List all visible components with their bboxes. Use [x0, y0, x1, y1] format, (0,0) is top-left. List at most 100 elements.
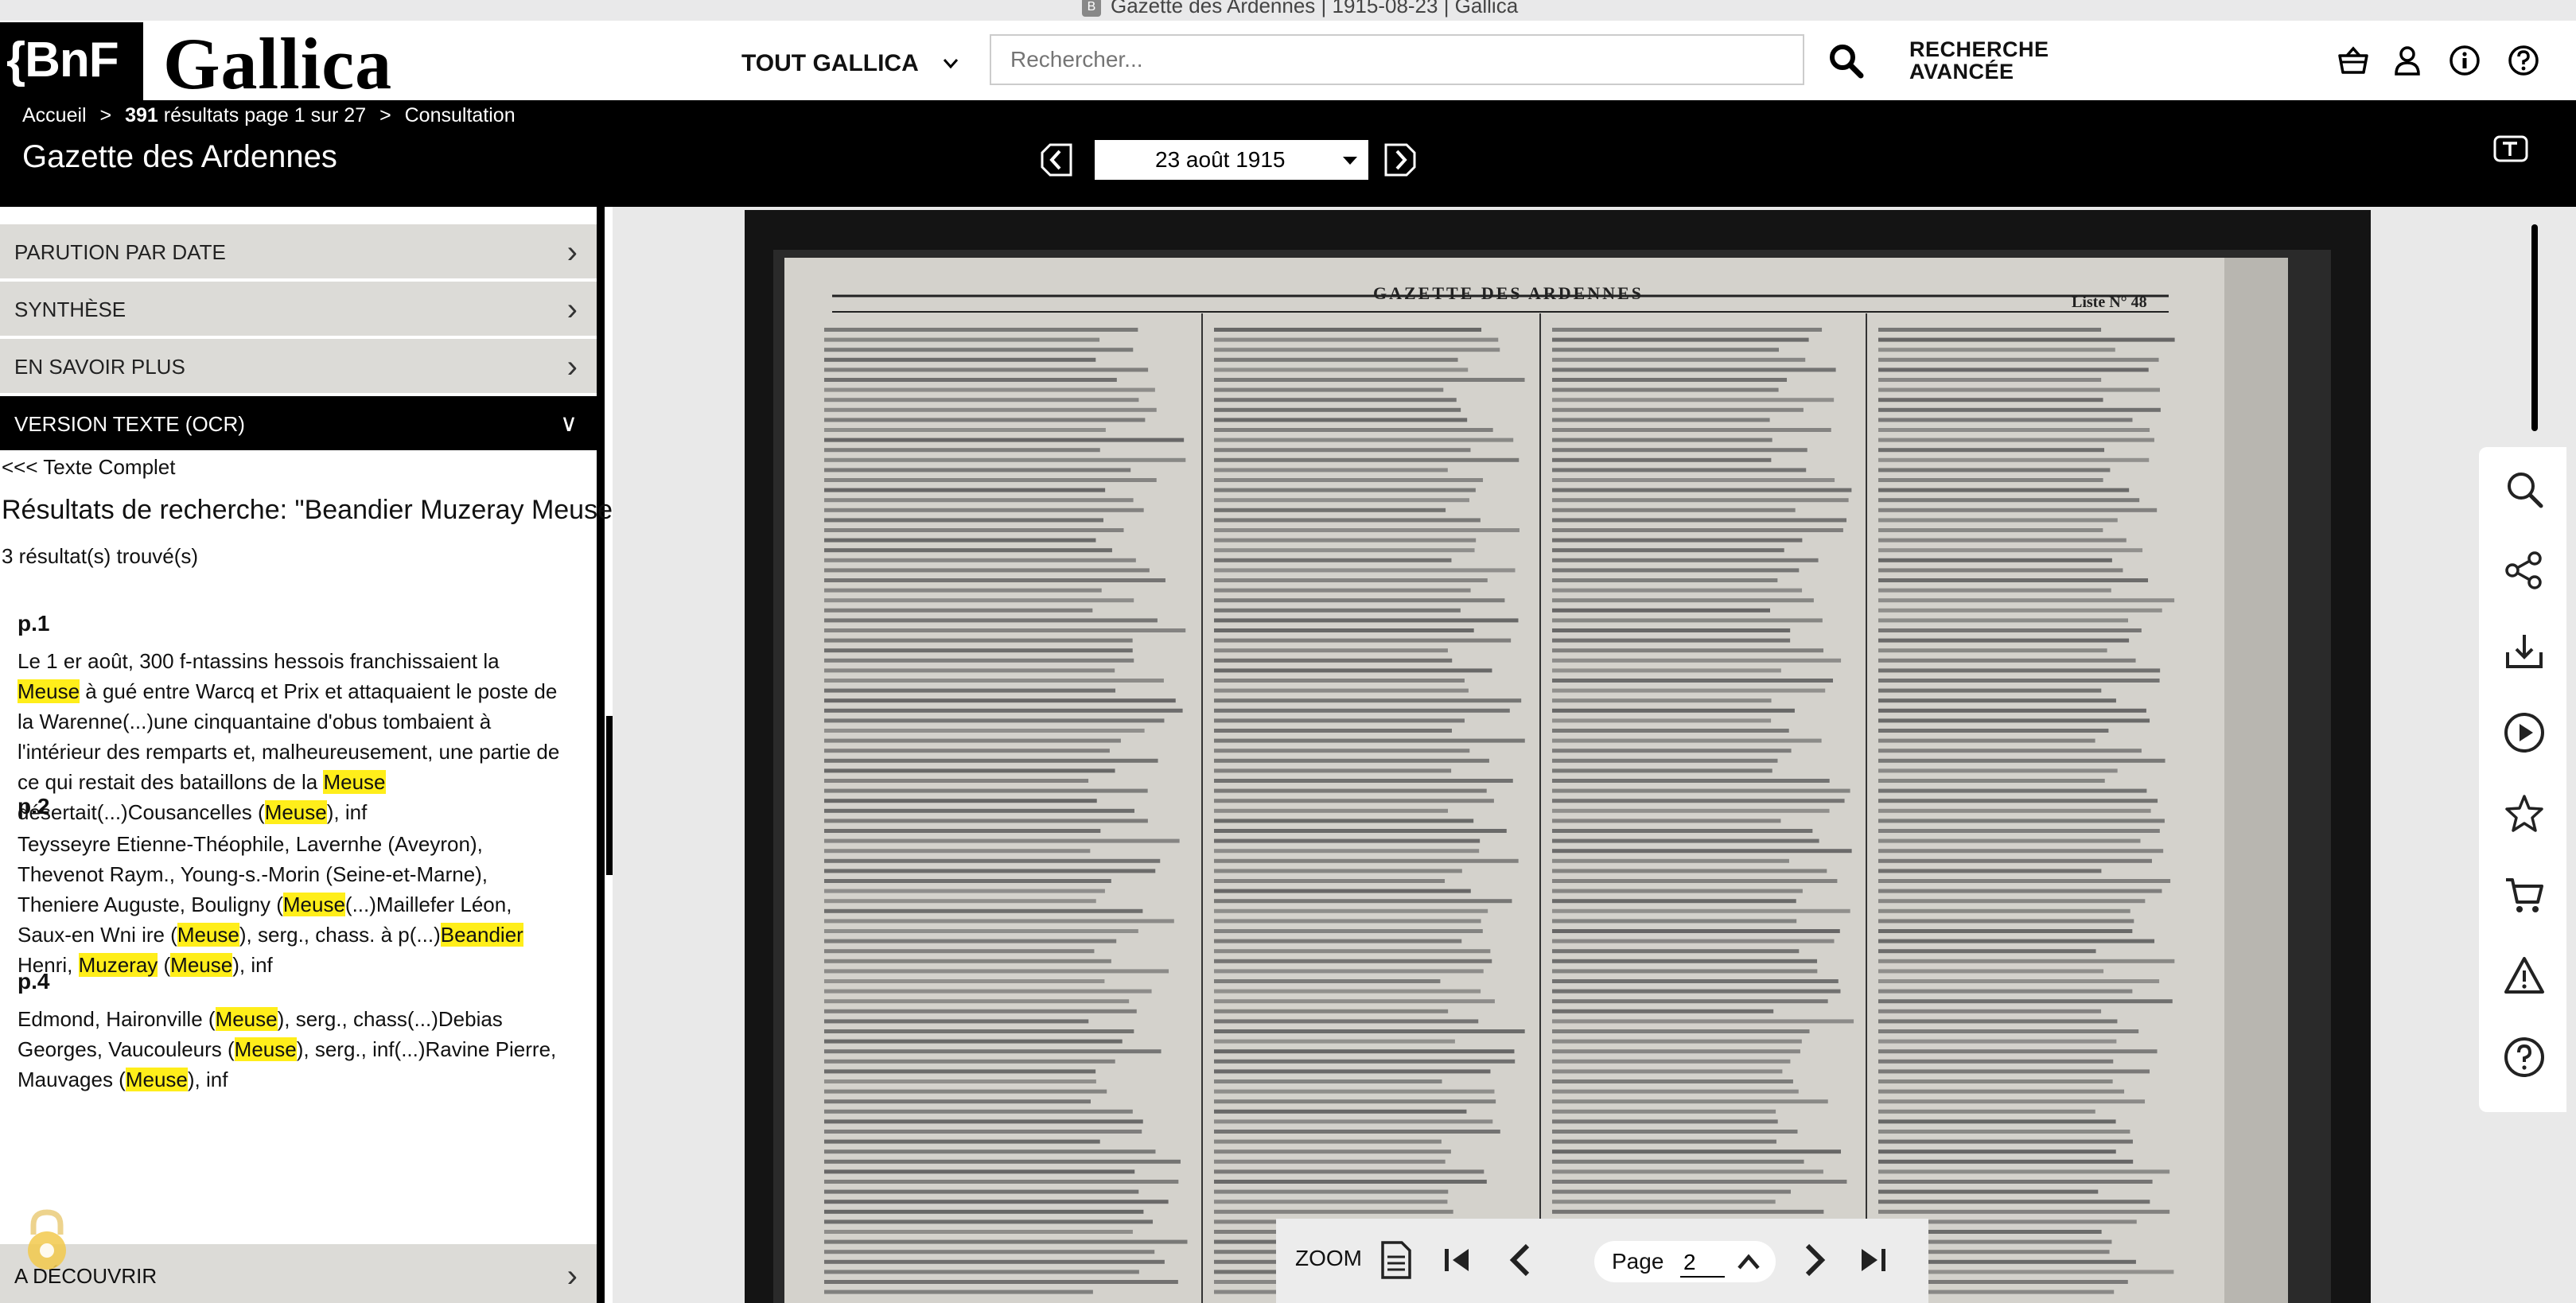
- scan-text-line: [824, 919, 1174, 924]
- result-snippet[interactable]: Edmond, Haironville (Meuse), serg., chas…: [18, 1004, 566, 1095]
- scan-text-line: [824, 368, 1149, 372]
- scan-text-line: [824, 969, 1169, 974]
- favorite-star-icon[interactable]: [2503, 792, 2546, 835]
- result-page-link[interactable]: p.2: [18, 794, 49, 819]
- result-page-link[interactable]: p.4: [18, 969, 49, 994]
- breadcrumb-results-count[interactable]: 391: [125, 104, 158, 126]
- scan-text-line: [824, 568, 1150, 573]
- scan-text-line: [824, 357, 1096, 362]
- accordion-synthese[interactable]: SYNTHÈSE ›: [0, 282, 597, 337]
- scan-text-line: [1878, 838, 2141, 843]
- scan-text-line: [1552, 558, 1819, 562]
- result-snippet[interactable]: Teysseyre Etienne-Théophile, Lavernhe (A…: [18, 829, 566, 980]
- scan-text-line: [1552, 799, 1845, 803]
- play-icon[interactable]: [2503, 711, 2546, 754]
- info-button[interactable]: [2441, 37, 2488, 84]
- search-scope-select[interactable]: TOUT GALLICA: [741, 45, 959, 83]
- accordion-en-savoir-plus[interactable]: EN SAVOIR PLUS ›: [0, 339, 597, 395]
- document-icon[interactable]: [1375, 1239, 1416, 1281]
- bnf-logo[interactable]: {BnF: [0, 22, 143, 102]
- scan-text-line: [824, 1259, 1165, 1264]
- scan-text-line: [824, 548, 1112, 553]
- caret-down-icon: [1343, 157, 1357, 165]
- scan-text-line: [1878, 348, 2115, 352]
- full-text-link[interactable]: <<< Texte Complet: [2, 455, 176, 480]
- scan-text-line: [824, 1219, 1154, 1224]
- breadcrumb-home[interactable]: Accueil: [22, 104, 87, 126]
- result-page-link[interactable]: p.1: [18, 611, 49, 636]
- issue-date-value: 23 août 1915: [1155, 147, 1286, 172]
- scan-text-line: [1878, 528, 2103, 532]
- last-page-icon[interactable]: [1852, 1239, 1893, 1281]
- download-icon[interactable]: [2503, 630, 2546, 673]
- basket-button[interactable]: [2329, 37, 2377, 84]
- share-icon[interactable]: [2503, 549, 2546, 592]
- warning-icon[interactable]: [2503, 955, 2546, 998]
- result-snippet[interactable]: Le 1 er août, 300 f-ntassins hessois fra…: [18, 646, 566, 827]
- scan-text-line: [1552, 819, 1781, 823]
- previous-issue-button[interactable]: [1039, 140, 1077, 180]
- scan-text-line: [824, 1270, 1139, 1274]
- scan-text-line: [1552, 328, 1823, 332]
- help-circle-icon[interactable]: [2503, 1036, 2546, 1079]
- scan-text-line: [824, 478, 1157, 482]
- help-button[interactable]: [2500, 37, 2547, 84]
- scan-text-line: [1214, 1159, 1446, 1164]
- scan-text-line: [1878, 718, 2150, 723]
- next-page-icon[interactable]: [1793, 1239, 1835, 1281]
- zoom-button[interactable]: ZOOM: [1295, 1246, 1362, 1271]
- scan-text-line: [824, 457, 1186, 462]
- scan-text-line: [1552, 428, 1831, 432]
- breadcrumb-results[interactable]: résultats page 1 sur 27: [164, 104, 366, 126]
- page-number-input[interactable]: [1680, 1249, 1725, 1278]
- first-page-icon[interactable]: [1437, 1239, 1478, 1281]
- scan-text-line: [1214, 457, 1520, 462]
- scan-text-line: [1878, 498, 2140, 503]
- scan-text-line: [1878, 819, 2165, 823]
- scan-text-line: [1214, 879, 1446, 883]
- gallica-logo[interactable]: Gallica: [163, 24, 392, 103]
- issue-date-select[interactable]: 23 août 1915: [1095, 140, 1368, 180]
- scan-text-line: [1552, 908, 1850, 913]
- scan-text-line: [824, 328, 1138, 332]
- page-label: Page: [1612, 1249, 1664, 1274]
- scan-text-line: [1214, 608, 1461, 613]
- previous-page-icon[interactable]: [1500, 1239, 1542, 1281]
- scan-text-line: [1214, 428, 1493, 432]
- scan-text-line: [1878, 849, 2164, 854]
- scan-text-line: [1214, 889, 1471, 893]
- zoom-search-icon[interactable]: [2503, 468, 2546, 511]
- scan-text-line: [1878, 808, 2151, 813]
- lock-icon[interactable]: [19, 1208, 75, 1271]
- scan-text-line: [1214, 328, 1482, 332]
- account-button[interactable]: [2383, 37, 2431, 84]
- text-mode-icon[interactable]: [2493, 135, 2528, 162]
- chevron-up-icon[interactable]: [1734, 1249, 1763, 1274]
- next-issue-button[interactable]: [1383, 140, 1421, 180]
- scan-text-line: [1878, 939, 2155, 943]
- scan-text-line: [824, 1069, 1096, 1074]
- scan-text-line: [824, 899, 1096, 904]
- scan-text-line: [1214, 698, 1522, 703]
- browser-tab[interactable]: B Gazette des Ardennes | 1915-08-23 | Gal…: [1082, 0, 1518, 18]
- scan-text-line: [1552, 808, 1830, 813]
- breadcrumb: Accueil > 391 résultats page 1 sur 27 > …: [0, 102, 2576, 129]
- accordion-label: PARUTION PAR DATE: [14, 240, 226, 264]
- search-button[interactable]: [1822, 37, 1870, 84]
- scan-text-line: [824, 879, 1111, 883]
- scan-text-line: [824, 407, 1157, 412]
- viewer-scrollbar[interactable]: [2531, 224, 2538, 431]
- cart-icon[interactable]: [2503, 873, 2546, 916]
- scan-text-line: [1878, 568, 2123, 573]
- scan-text-line: [824, 488, 1106, 492]
- newspaper-page-scan[interactable]: GAZETTE DES ARDENNES Liste N° 48: [745, 210, 2371, 1303]
- search-input[interactable]: [990, 34, 1804, 85]
- advanced-search-link[interactable]: RECHERCHE AVANCÉE: [1909, 38, 2049, 83]
- scan-text-line: [1552, 548, 1784, 553]
- scan-text-line: [824, 979, 1105, 983]
- scan-text-line: [1214, 357, 1458, 362]
- accordion-parution-par-date[interactable]: PARUTION PAR DATE ›: [0, 224, 597, 280]
- accordion-a-decouvrir[interactable]: A DÉCOUVRIR ›: [0, 1244, 597, 1303]
- accordion-version-texte-ocr[interactable]: VERSION TEXTE (OCR) ∨: [0, 396, 597, 452]
- scan-text-line: [1214, 478, 1484, 482]
